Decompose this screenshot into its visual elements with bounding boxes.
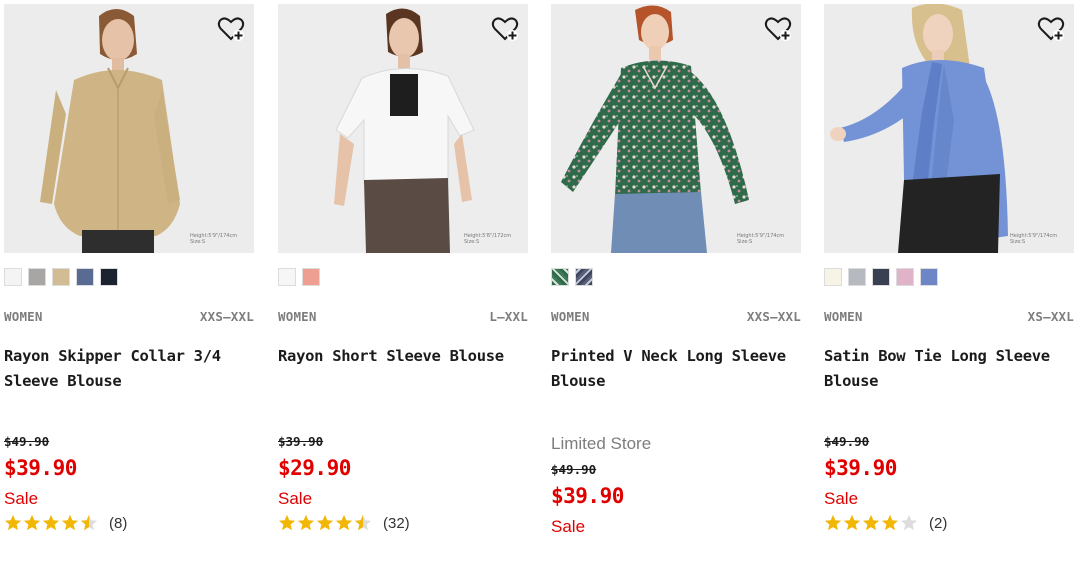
color-swatch[interactable] — [920, 268, 938, 286]
color-swatch[interactable] — [551, 268, 569, 286]
star-half-icon — [80, 514, 98, 531]
color-swatch[interactable] — [100, 268, 118, 286]
color-swatch[interactable] — [824, 268, 842, 286]
color-swatch[interactable] — [575, 268, 593, 286]
original-price: $39.90 — [278, 434, 324, 449]
sale-price: $29.90 — [278, 456, 351, 480]
color-swatch[interactable] — [52, 268, 70, 286]
star-full-icon — [4, 514, 22, 531]
color-swatch[interactable] — [278, 268, 296, 286]
size-range: XS–XXL — [1027, 309, 1074, 324]
sale-label: Sale — [551, 517, 586, 536]
star-full-icon — [278, 514, 296, 531]
gender-label: WOMEN — [551, 309, 590, 324]
sale-label: Sale — [4, 489, 39, 508]
product-card[interactable]: Height:5'9"/174cm Size:S WOMEN XS–XXL Sa… — [824, 4, 1074, 564]
color-swatches — [824, 268, 938, 286]
size-range: L–XXL — [489, 309, 528, 324]
size-range: XXS–XXL — [199, 309, 254, 324]
review-count[interactable]: (2) — [929, 515, 947, 532]
product-grid: Height:5'9"/174cm Size:S WOMEN XXS–XXL R… — [0, 0, 1080, 580]
sale-label: Sale — [824, 489, 859, 508]
star-full-icon — [61, 514, 79, 531]
gender-label: WOMEN — [824, 309, 863, 324]
color-swatches — [278, 268, 320, 286]
star-full-icon — [297, 514, 315, 531]
color-swatch[interactable] — [28, 268, 46, 286]
color-swatches — [4, 268, 118, 286]
original-price: $49.90 — [824, 434, 870, 449]
product-meta: WOMEN XXS–XXL — [4, 309, 254, 324]
heart-plus-icon[interactable] — [1036, 14, 1066, 44]
product-image[interactable]: Height:5'9"/174cm Size:S — [824, 4, 1074, 253]
sale-price: $39.90 — [4, 456, 77, 480]
star-rating: (2) — [824, 514, 947, 532]
model-size-tag: Height:5'8"/172cm Size:S — [464, 233, 512, 245]
color-swatch[interactable] — [896, 268, 914, 286]
color-swatch[interactable] — [848, 268, 866, 286]
star-full-icon — [881, 514, 899, 531]
product-meta: WOMEN XXS–XXL — [551, 309, 801, 324]
product-card[interactable]: Height:5'9"/174cm Size:S WOMEN XXS–XXL R… — [4, 4, 254, 564]
original-price: $49.90 — [551, 462, 597, 477]
product-image[interactable]: Height:5'9"/174cm Size:S — [551, 4, 801, 253]
original-price: $49.90 — [4, 434, 50, 449]
star-full-icon — [335, 514, 353, 531]
star-half-icon — [354, 514, 372, 531]
star-full-icon — [843, 514, 861, 531]
star-full-icon — [42, 514, 60, 531]
star-full-icon — [316, 514, 334, 531]
star-empty-icon — [900, 514, 918, 531]
sale-price: $39.90 — [551, 484, 624, 508]
product-image[interactable]: Height:5'8"/172cm Size:S — [278, 4, 528, 253]
product-image[interactable]: Height:5'9"/174cm Size:S — [4, 4, 254, 253]
review-count[interactable]: (8) — [109, 515, 127, 532]
color-swatches — [551, 268, 593, 286]
product-name[interactable]: Printed V Neck Long Sleeve Blouse — [551, 344, 801, 394]
store-availability: Limited Store — [551, 434, 652, 453]
model-size-tag: Height:5'9"/174cm Size:S — [190, 233, 238, 245]
star-rating: (8) — [4, 514, 127, 532]
product-meta: WOMEN XS–XXL — [824, 309, 1074, 324]
color-swatch[interactable] — [872, 268, 890, 286]
sale-label: Sale — [278, 489, 313, 508]
model-size-tag: Height:5'9"/174cm Size:S — [737, 233, 785, 245]
color-swatch[interactable] — [4, 268, 22, 286]
heart-plus-icon[interactable] — [763, 14, 793, 44]
star-full-icon — [824, 514, 842, 531]
star-full-icon — [23, 514, 41, 531]
product-name[interactable]: Satin Bow Tie Long Sleeve Blouse — [824, 344, 1074, 394]
review-count[interactable]: (32) — [383, 515, 410, 532]
product-card[interactable]: Height:5'8"/172cm Size:S WOMEN L–XXL Ray… — [278, 4, 528, 564]
model-size-tag: Height:5'9"/174cm Size:S — [1010, 233, 1058, 245]
heart-plus-icon[interactable] — [490, 14, 520, 44]
size-range: XXS–XXL — [746, 309, 801, 324]
heart-plus-icon[interactable] — [216, 14, 246, 44]
product-card[interactable]: Height:5'9"/174cm Size:S WOMEN XXS–XXL P… — [551, 4, 801, 564]
color-swatch[interactable] — [76, 268, 94, 286]
gender-label: WOMEN — [4, 309, 43, 324]
product-name[interactable]: Rayon Skipper Collar 3/4 Sleeve Blouse — [4, 344, 254, 394]
color-swatch[interactable] — [302, 268, 320, 286]
sale-price: $39.90 — [824, 456, 897, 480]
product-meta: WOMEN L–XXL — [278, 309, 528, 324]
gender-label: WOMEN — [278, 309, 317, 324]
product-name[interactable]: Rayon Short Sleeve Blouse — [278, 344, 528, 369]
star-full-icon — [862, 514, 880, 531]
star-rating: (32) — [278, 514, 410, 532]
